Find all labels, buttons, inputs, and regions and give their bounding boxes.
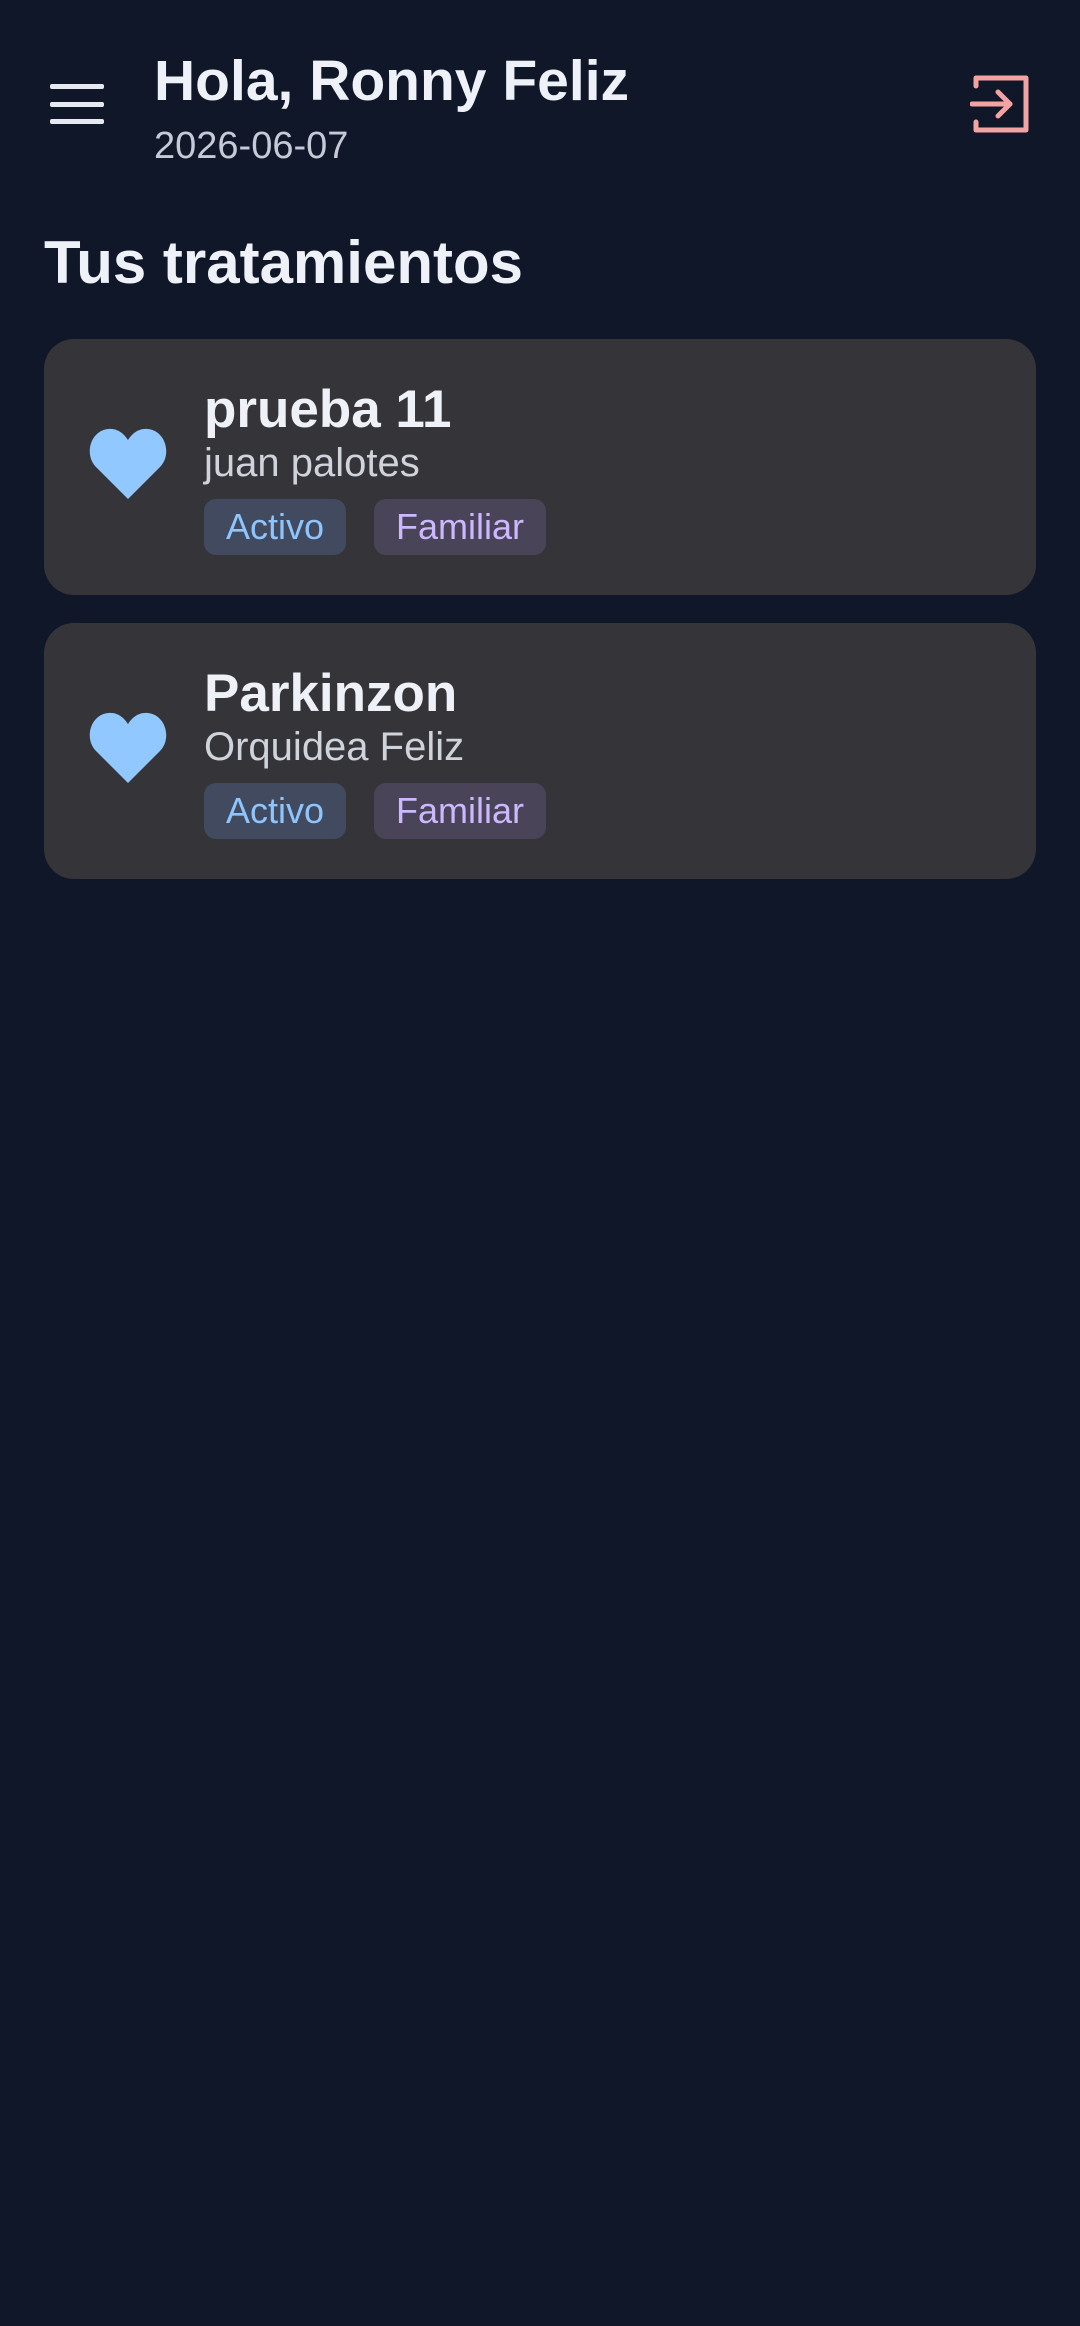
patient-name: Orquidea Feliz (204, 725, 465, 769)
current-date: 2026-06-07 (154, 125, 349, 167)
home-screen: Hola, Ronny Feliz 2026-06-07 Tus tratami… (0, 0, 1080, 2326)
section-title: Tus tratamientos (44, 229, 523, 296)
menu-bar (50, 101, 104, 107)
treatment-card[interactable]: Parkinzon Orquidea Feliz Activo Familiar (44, 623, 1036, 879)
heart-icon (89, 712, 167, 783)
type-badge: Familiar (374, 783, 547, 839)
status-badge: Activo (204, 499, 347, 555)
greeting-title: Hola, Ronny Feliz (154, 49, 630, 113)
treatment-name: Parkinzon (204, 664, 458, 723)
treatment-name: prueba 11 (204, 380, 452, 439)
hamburger-menu-icon[interactable] (44, 84, 110, 124)
menu-bar (50, 84, 104, 89)
logout-button[interactable] (969, 72, 1034, 136)
type-badge: Familiar (374, 499, 547, 555)
status-badge: Activo (204, 783, 347, 839)
treatment-card[interactable]: prueba 11 juan palotes Activo Familiar (44, 339, 1036, 595)
logout-icon (969, 75, 1029, 133)
heart-icon (89, 428, 167, 499)
patient-name: juan palotes (204, 441, 420, 485)
app-header: Hola, Ronny Feliz 2026-06-07 (0, 0, 1080, 200)
menu-bar (50, 119, 104, 124)
